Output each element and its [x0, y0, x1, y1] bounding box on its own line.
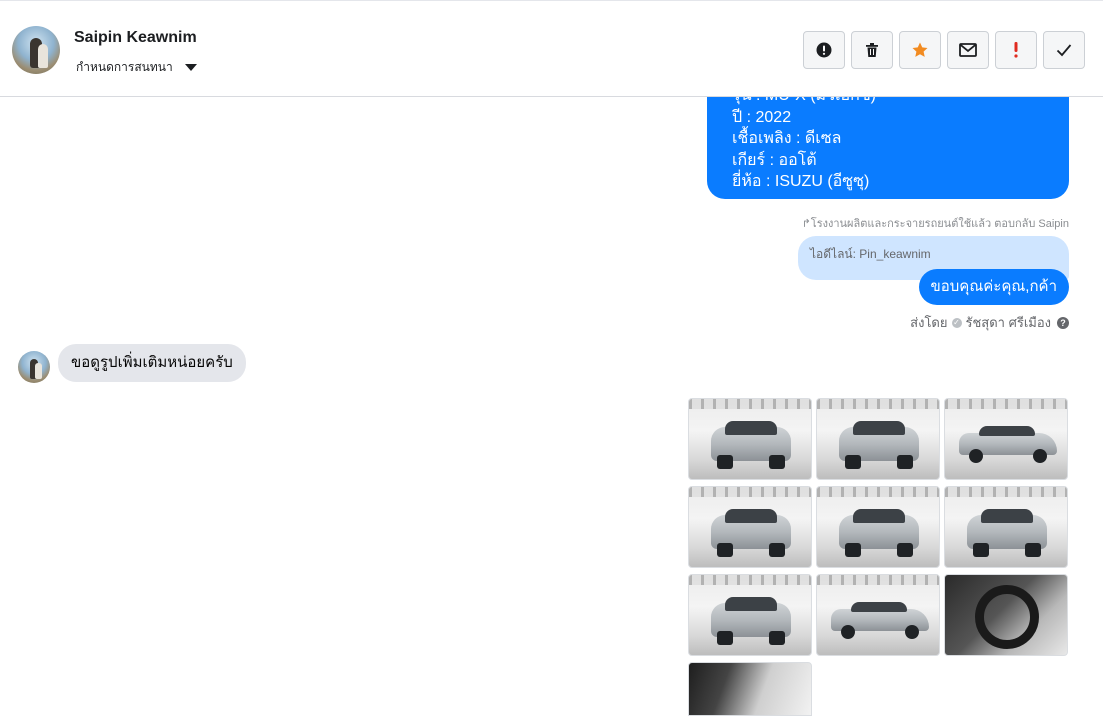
contact-avatar[interactable]	[12, 26, 60, 74]
car-photo[interactable]	[944, 398, 1068, 480]
trash-icon	[866, 43, 878, 57]
sent-by-name: รัชสุดา ศรีเมือง	[965, 315, 1052, 330]
car-photo[interactable]	[688, 574, 812, 656]
conversation-header: Saipin Keawnim กำหนดการสนทนา	[0, 0, 1103, 97]
mark-unread-button[interactable]	[947, 31, 989, 69]
outgoing-car-details-bubble: รุ่น : MU-X (มิวเอ็กซ์) ปี : 2022 เชื้อเ…	[707, 97, 1069, 199]
sent-by-row: ส่งโดย ✓ รัชสุดา ศรีเมือง ?	[910, 312, 1069, 333]
exclamation-icon	[1014, 42, 1018, 58]
help-icon[interactable]: ?	[1057, 316, 1069, 329]
caret-down-icon	[184, 64, 197, 71]
car-photo[interactable]	[816, 574, 940, 656]
report-spam-button[interactable]	[803, 31, 845, 69]
star-icon	[912, 42, 928, 57]
quoted-message-text: ไอดีไลน์: Pin_keawnim	[810, 247, 931, 261]
car-photo[interactable]	[816, 398, 940, 480]
header-actions	[803, 31, 1085, 69]
car-model-line: รุ่น : MU-X (มิวเอ็กซ์)	[732, 97, 1044, 107]
car-year-line: ปี : 2022	[732, 108, 792, 126]
message-thread[interactable]: รุ่น : MU-X (มิวเอ็กซ์) ปี : 2022 เชื้อเ…	[0, 97, 1103, 716]
car-gear-line: เกียร์ : ออโต้	[732, 151, 817, 169]
car-photo[interactable]	[688, 398, 812, 480]
car-photo[interactable]	[816, 486, 940, 568]
star-button[interactable]	[899, 31, 941, 69]
mark-done-button[interactable]	[1043, 31, 1085, 69]
check-icon	[1056, 44, 1072, 57]
car-interior-photo[interactable]	[944, 574, 1068, 656]
outgoing-thanks-bubble[interactable]: ขอบคุณค่ะคุณ,กค้า	[918, 269, 1069, 305]
car-brand-line: ยี่ห้อ : ISUZU (อีซูซุ)	[732, 173, 870, 190]
exclamation-circle-icon	[816, 42, 832, 58]
car-photo[interactable]	[688, 486, 812, 568]
envelope-icon	[959, 43, 977, 57]
car-fuel-line: เชื้อเพลิง : ดีเซล	[732, 130, 842, 147]
conversation-status-label: กำหนดการสนทนา	[76, 60, 173, 74]
mark-important-button[interactable]	[995, 31, 1037, 69]
sender-avatar[interactable]	[18, 351, 50, 383]
delete-button[interactable]	[851, 31, 893, 69]
incoming-message-bubble[interactable]: ขอดูรูปเพิ่มเติมหน่อยครับ	[58, 344, 246, 382]
conversation-status-dropdown[interactable]: กำหนดการสนทนา	[76, 58, 197, 77]
sent-by-label: ส่งโดย	[910, 315, 948, 330]
contact-name[interactable]: Saipin Keawnim	[74, 29, 197, 47]
car-door-photo[interactable]	[688, 662, 812, 716]
sender-check-icon: ✓	[951, 317, 962, 328]
reply-meta: ↱โรงงานผลิตและกระจายรถยนต์ใช้แล้ว ตอบกลั…	[801, 218, 1069, 230]
car-photo[interactable]	[944, 486, 1068, 568]
